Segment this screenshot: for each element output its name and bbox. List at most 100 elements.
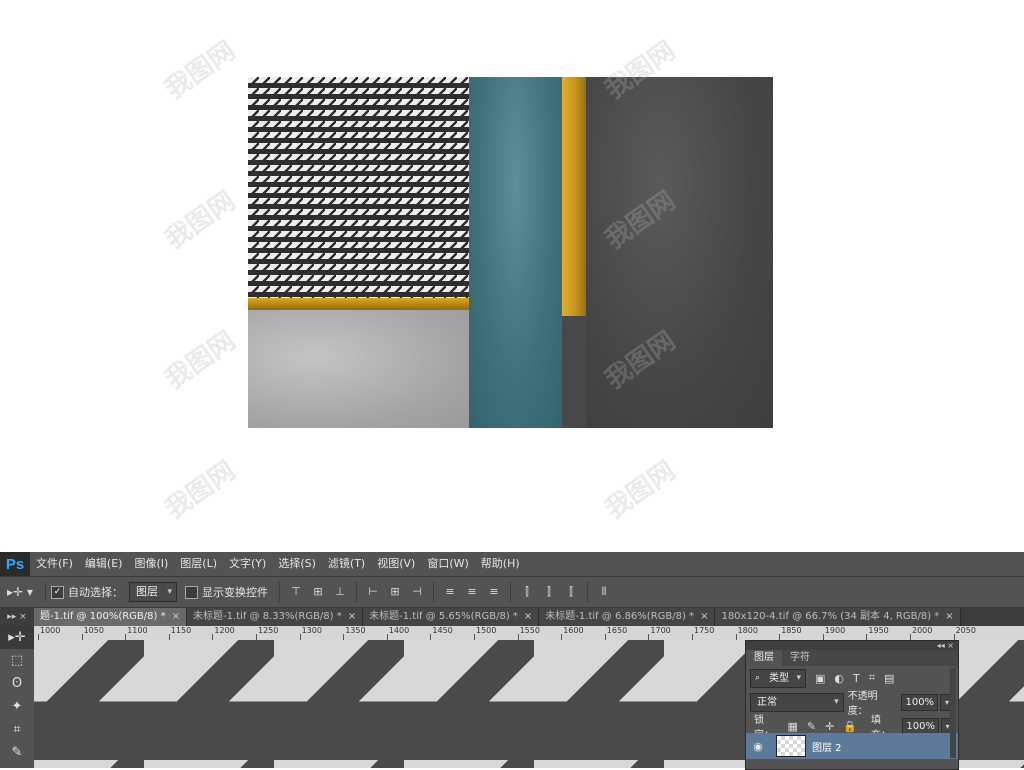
type-filter-icon[interactable]: T [853, 672, 860, 685]
blend-mode-dropdown[interactable]: 正常 [750, 692, 844, 712]
lock-pixels-icon[interactable]: ✎ [807, 720, 816, 733]
document-tab[interactable]: 未标题-1.tif @ 8.33%(RGB/8) * × [186, 608, 364, 626]
adjustment-filter-icon[interactable]: ◐ [834, 672, 844, 685]
search-icon: ⌕ [755, 672, 761, 683]
watermark: 我图网 [159, 185, 241, 256]
align-hcenter-icon[interactable]: ⊞ [387, 584, 403, 600]
align-left-icon[interactable]: ⊢ [365, 584, 381, 600]
tab-overflow-icon[interactable]: ▸▸ × [0, 608, 34, 626]
distribute-right-icon[interactable]: ⫿ [563, 584, 579, 600]
menu-edit[interactable]: 编辑(E) [79, 552, 129, 576]
lasso-tool-icon[interactable]: ʘ [0, 672, 34, 695]
show-transform-label: 显示变换控件 [202, 586, 268, 599]
options-bar: ▸✛ ▾ ✓ 自动选择： 图层 显示变换控件 ⊤ ⊞ ⊥ ⊢ ⊞ ⊣ ≡ ≡ ≡… [0, 576, 1024, 608]
ruler-label: 1950 [868, 626, 889, 635]
ruler-label: 1500 [476, 626, 497, 635]
distribute-bottom-icon[interactable]: ≡ [486, 584, 502, 600]
menu-select[interactable]: 选择(S) [272, 552, 322, 576]
document-tab[interactable]: 题-1.tif @ 100%(RGB/8) * × [34, 608, 187, 626]
menu-file[interactable]: 文件(F) [30, 552, 79, 576]
show-transform-checkbox[interactable] [185, 585, 198, 599]
ruler-label: 1900 [824, 626, 846, 635]
panel-tabs: 图层 字符 [746, 650, 958, 666]
distribute-vcenter-icon[interactable]: ≡ [464, 584, 480, 600]
menu-layer[interactable]: 图层(L) [174, 552, 223, 576]
opacity-field[interactable]: 100% [901, 693, 939, 711]
horizontal-ruler: 1000 1050 1100 1150 1200 1250 1300 1350 1400 1450… [34, 626, 1024, 641]
move-tool-icon[interactable]: ▸✛ [0, 626, 34, 649]
ruler-label: 2050 [955, 626, 976, 635]
ruler-label: 1150 [170, 626, 192, 635]
align-right-icon[interactable]: ⊣ [409, 584, 425, 600]
distribute-left-icon[interactable]: ⫿ [519, 584, 535, 600]
menu-help[interactable]: 帮助(H) [475, 552, 526, 576]
document-tab[interactable]: 180x120-4.tif @ 66.7% (34 副本 4, RGB/8) *… [715, 608, 961, 626]
close-icon[interactable]: × [945, 608, 953, 626]
layer-filter-dropdown[interactable]: ⌕ 类型 [750, 668, 806, 688]
layer-row[interactable]: ◉ 图层 2 [746, 733, 958, 759]
ruler-label: 1000 [40, 626, 61, 635]
menu-image[interactable]: 图像(I) [128, 552, 174, 576]
separator [279, 582, 280, 602]
ruler-label: 1250 [258, 626, 279, 635]
eye-icon[interactable]: ◉ [746, 740, 770, 753]
distribute-top-icon[interactable]: ≡ [442, 584, 458, 600]
align-top-icon[interactable]: ⊤ [288, 584, 304, 600]
layer-filter-value: 类型 [769, 672, 789, 684]
auto-select-checkbox[interactable]: ✓ [51, 585, 64, 599]
align-bottom-icon[interactable]: ⊥ [332, 584, 348, 600]
panel-scrollbar[interactable] [950, 668, 956, 758]
crop-tool-icon[interactable]: ⌗ [0, 718, 34, 741]
move-tool-preset-icon[interactable]: ▸✛ ▾ [0, 579, 40, 605]
lock-transparent-icon[interactable]: ▦ [787, 720, 797, 733]
gold-horizontal-bar [248, 298, 469, 310]
separator [356, 582, 357, 602]
ruler-label: 1400 [388, 626, 410, 635]
auto-select-dropdown[interactable]: 图层 [129, 582, 177, 602]
document-tab[interactable]: 未标题-1.tif @ 5.65%(RGB/8) * × [363, 608, 540, 626]
separator [510, 582, 511, 602]
panel-collapse-controls[interactable]: ◂◂ × [746, 641, 958, 650]
separator [433, 582, 434, 602]
ruler-label: 1800 [737, 626, 758, 635]
layer-thumbnail [776, 735, 806, 757]
menu-filter[interactable]: 滤镜(T) [322, 552, 371, 576]
photoshop-logo: Ps [0, 552, 30, 576]
align-vcenter-icon[interactable]: ⊞ [310, 584, 326, 600]
close-icon[interactable]: × [700, 608, 708, 626]
smart-object-filter-icon[interactable]: ▤ [884, 672, 894, 685]
lock-all-icon[interactable]: 🔒 [843, 720, 857, 733]
tab-label: 未标题-1.tif @ 5.65%(RGB/8) * [369, 611, 518, 622]
shape-filter-icon[interactable]: ⌗ [869, 671, 875, 685]
lock-position-icon[interactable]: ✛ [825, 720, 834, 733]
menu-type[interactable]: 文字(Y) [223, 552, 272, 576]
close-icon[interactable]: × [172, 608, 180, 626]
ruler-label: 1200 [214, 626, 235, 635]
layer-name[interactable]: 图层 2 [812, 739, 842, 754]
close-icon[interactable]: × [348, 608, 356, 626]
ruler-label: 1100 [127, 626, 148, 635]
separator [587, 582, 588, 602]
document-tab[interactable]: 未标题-1.tif @ 6.86%(RGB/8) * × [539, 608, 716, 626]
marquee-tool-icon[interactable]: ⬚ [0, 649, 34, 672]
houndstooth-panel [248, 77, 469, 301]
fill-field[interactable]: 100% [902, 717, 940, 735]
pixel-filter-icon[interactable]: ▣ [815, 672, 825, 685]
ruler-label: 1550 [519, 626, 540, 635]
magic-wand-tool-icon[interactable]: ✦ [0, 695, 34, 718]
eyedropper-tool-icon[interactable]: ✎ [0, 741, 34, 764]
ruler-label: 1750 [694, 626, 715, 635]
ruler-label: 1600 [563, 626, 584, 635]
menu-window[interactable]: 窗口(W) [421, 552, 474, 576]
auto-align-icon[interactable]: ⦀ [596, 584, 612, 600]
tab-layers[interactable]: 图层 [746, 650, 782, 666]
document-tab-bar: ▸▸ × 题-1.tif @ 100%(RGB/8) * × 未标题-1.tif… [0, 608, 1024, 626]
distribute-hcenter-icon[interactable]: ⫿ [541, 584, 557, 600]
close-icon[interactable]: × [524, 608, 532, 626]
ruler-label: 1450 [432, 626, 453, 635]
tab-label: 未标题-1.tif @ 8.33%(RGB/8) * [192, 611, 342, 622]
menu-view[interactable]: 视图(V) [371, 552, 421, 576]
watermark: 我图网 [159, 325, 241, 396]
blend-row: 正常 不透明度： 100% ▾ [746, 690, 958, 717]
tab-character[interactable]: 字符 [782, 650, 818, 666]
